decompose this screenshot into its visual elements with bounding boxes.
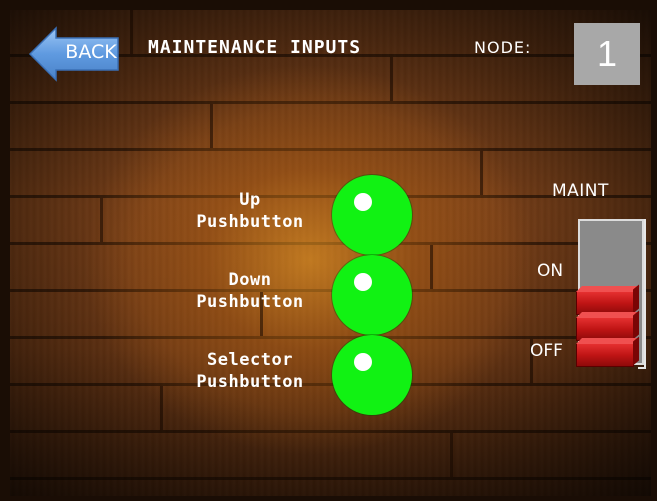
indicator-highlight: [354, 353, 372, 371]
maint-switch-label: MAINT: [552, 181, 609, 201]
input-label-up: Up Pushbutton: [166, 189, 334, 233]
input-label-down: Down Pushbutton: [166, 269, 334, 313]
input-label-line2: Pushbutton: [196, 212, 304, 232]
plank-joint: [390, 57, 393, 101]
back-button[interactable]: BACK: [28, 26, 120, 82]
plank-joint: [450, 433, 453, 477]
input-label-line1: Selector: [207, 350, 293, 370]
indicator-highlight: [354, 193, 372, 211]
node-label: NODE:: [474, 38, 532, 57]
plank-joint: [210, 104, 213, 148]
input-label-line1: Down: [228, 270, 272, 290]
up-pushbutton-indicator: [332, 175, 412, 255]
input-label-line2: Pushbutton: [196, 292, 304, 312]
back-label: BACK: [65, 41, 117, 63]
switch-on-label: ON: [537, 261, 564, 281]
switch-handle-segment: [576, 343, 634, 367]
page-title: MAINTENANCE INPUTS: [148, 37, 362, 58]
wood-background-panel: [10, 10, 651, 496]
switch-off-label: OFF: [530, 341, 563, 361]
plank-joint: [130, 10, 133, 54]
switch-handle[interactable]: [576, 285, 638, 369]
input-label-line1: Up: [239, 190, 261, 210]
maint-toggle-switch[interactable]: [576, 219, 650, 369]
switch-frame: [638, 219, 646, 369]
plank-joint: [430, 245, 433, 289]
input-label-line2: Pushbutton: [196, 372, 304, 392]
indicator-highlight: [354, 273, 372, 291]
node-number-display[interactable]: 1: [574, 23, 640, 85]
selector-pushbutton-indicator: [332, 335, 412, 415]
hmi-screen: BACK MAINTENANCE INPUTS NODE: 1 Up Pushb…: [0, 0, 657, 501]
input-label-selector: Selector Pushbutton: [166, 349, 334, 393]
plank-joint: [480, 151, 483, 195]
down-pushbutton-indicator: [332, 255, 412, 335]
plank-joint: [100, 198, 103, 242]
plank-joint: [160, 386, 163, 430]
